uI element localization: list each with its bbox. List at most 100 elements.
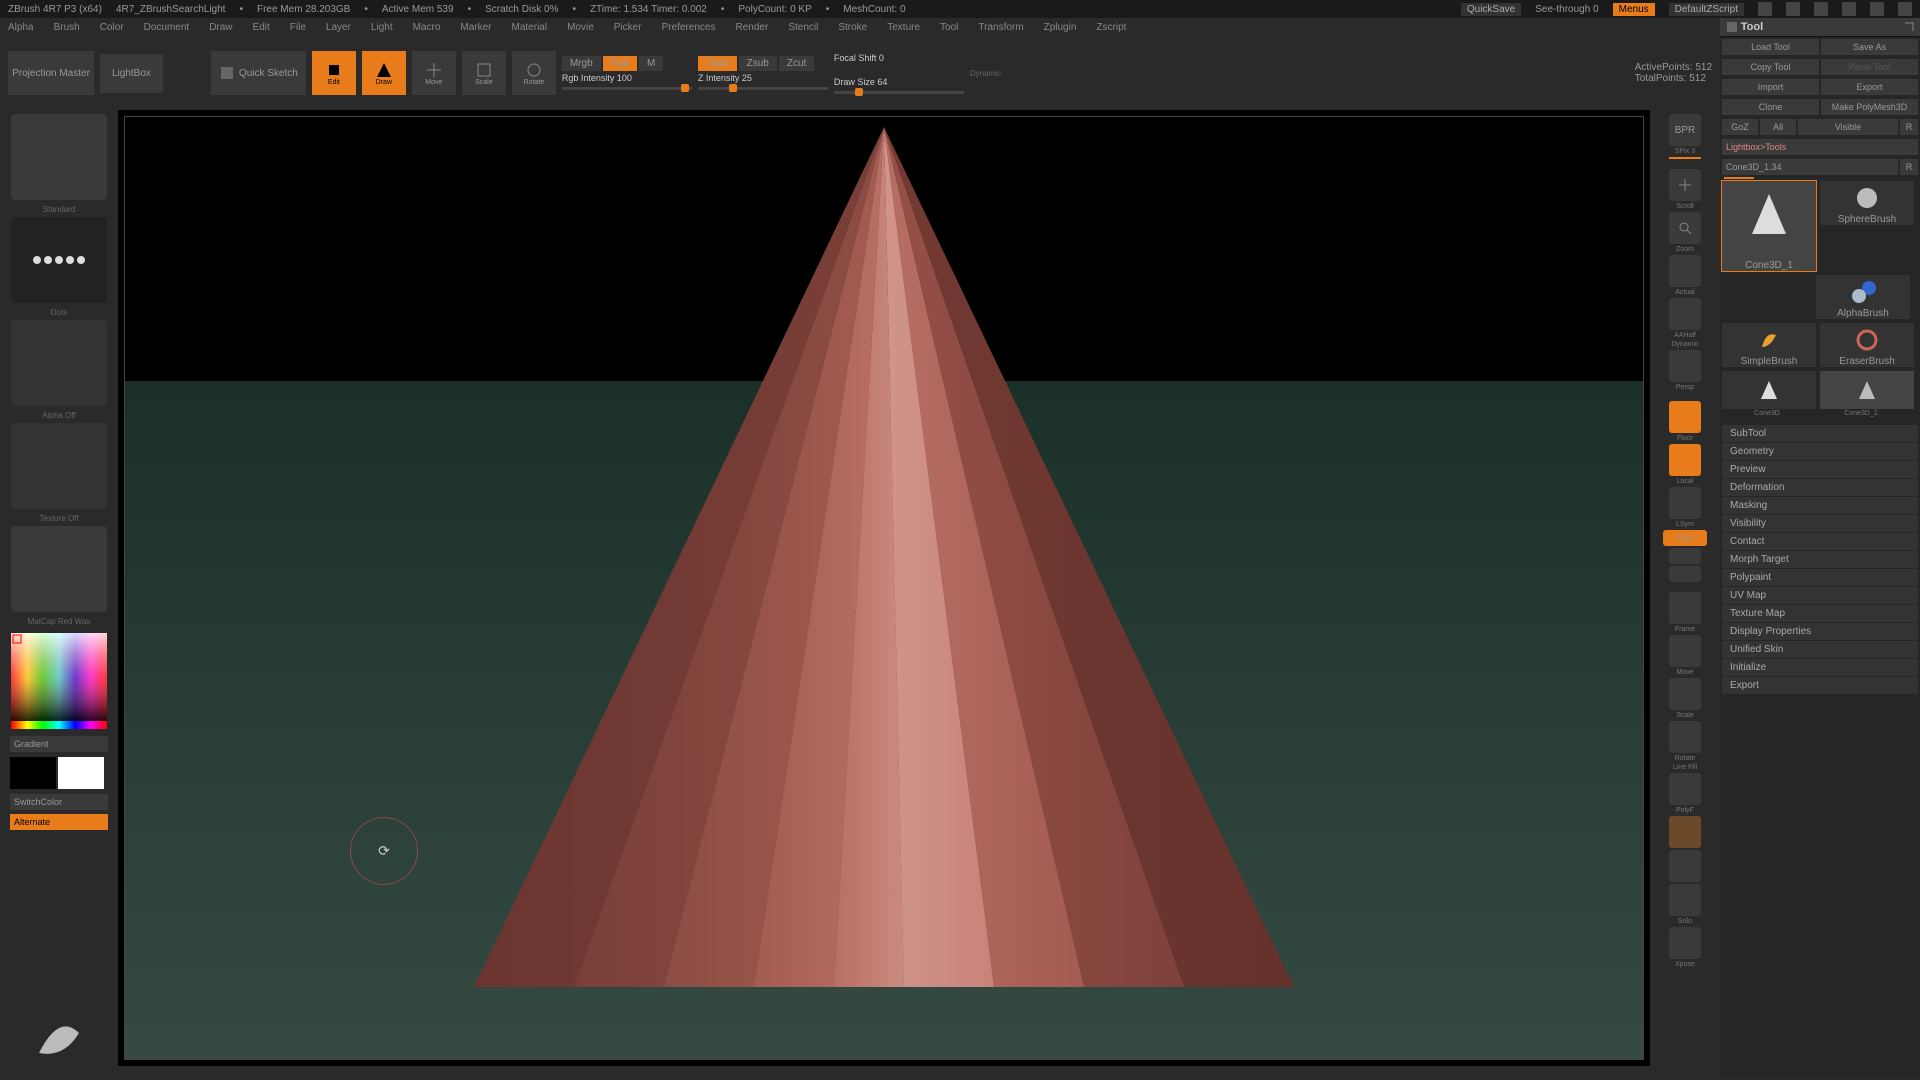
- projection-master-button[interactable]: Projection Master: [8, 51, 94, 95]
- menu-item[interactable]: Layer: [326, 22, 351, 33]
- close-icon[interactable]: [1898, 2, 1912, 16]
- draw-size-slider[interactable]: Draw Size 64: [834, 77, 964, 87]
- move-nav-button[interactable]: [1669, 635, 1701, 667]
- menus-button[interactable]: Menus: [1613, 3, 1655, 16]
- frame-button[interactable]: [1669, 592, 1701, 624]
- primary-color-swatch[interactable]: [58, 757, 104, 789]
- texture-slot[interactable]: [11, 423, 107, 509]
- brush-slot[interactable]: [11, 114, 107, 200]
- tool-name-r-button[interactable]: R: [1900, 159, 1918, 175]
- contact-section[interactable]: Contact: [1722, 533, 1918, 550]
- clone-button[interactable]: Clone: [1722, 99, 1819, 115]
- deformation-section[interactable]: Deformation: [1722, 479, 1918, 496]
- make-polymesh-button[interactable]: Make PolyMesh3D: [1821, 99, 1918, 115]
- tool-slot[interactable]: SphereBrush: [1820, 181, 1914, 225]
- quicksave-button[interactable]: QuickSave: [1461, 3, 1521, 16]
- minimize-icon[interactable]: [1842, 2, 1856, 16]
- texturemap-section[interactable]: Texture Map: [1722, 605, 1918, 622]
- import-button[interactable]: Import: [1722, 79, 1819, 95]
- zoom-button[interactable]: [1669, 212, 1701, 244]
- menu-item[interactable]: Alpha: [8, 22, 34, 33]
- menu-item[interactable]: Document: [144, 22, 190, 33]
- mrgb-button[interactable]: Mrgb: [562, 56, 601, 71]
- menu-item[interactable]: Marker: [460, 22, 491, 33]
- gradient-button[interactable]: Gradient: [10, 736, 108, 752]
- actual-button[interactable]: [1669, 255, 1701, 287]
- export-section[interactable]: Export: [1722, 677, 1918, 694]
- scale-mode-button[interactable]: Scale: [462, 51, 506, 95]
- window-icon[interactable]: [1786, 2, 1800, 16]
- solo-button[interactable]: [1669, 884, 1701, 916]
- alternate-button[interactable]: Alternate: [10, 814, 108, 830]
- menu-item[interactable]: Stroke: [838, 22, 867, 33]
- menu-item[interactable]: Zplugin: [1044, 22, 1077, 33]
- scroll-button[interactable]: [1669, 169, 1701, 201]
- paste-tool-button[interactable]: Paste Tool: [1821, 59, 1918, 75]
- subtool-section[interactable]: SubTool: [1722, 425, 1918, 442]
- lightbox-tools-link[interactable]: Lightbox>Tools: [1722, 139, 1918, 155]
- menu-item[interactable]: Transform: [978, 22, 1023, 33]
- menu-item[interactable]: Preferences: [662, 22, 716, 33]
- menu-item[interactable]: Movie: [567, 22, 594, 33]
- persp-button[interactable]: [1669, 350, 1701, 382]
- center-button[interactable]: [1669, 566, 1701, 582]
- tool-slot[interactable]: Cone3D_1: [1722, 181, 1816, 271]
- rgb-intensity-slider[interactable]: Rgb Intensity 100: [562, 73, 692, 83]
- defaultzscript-button[interactable]: DefaultZScript: [1669, 3, 1744, 16]
- ghost-button[interactable]: [1669, 850, 1701, 882]
- move-mode-button[interactable]: Move: [412, 51, 456, 95]
- tool-slot[interactable]: EraserBrush: [1820, 323, 1914, 367]
- edit-mode-button[interactable]: Edit: [312, 51, 356, 95]
- goz-visible-button[interactable]: Visible: [1798, 119, 1898, 135]
- geometry-section[interactable]: Geometry: [1722, 443, 1918, 460]
- secondary-color-swatch[interactable]: [10, 757, 56, 789]
- menu-item[interactable]: Picker: [614, 22, 642, 33]
- menu-item[interactable]: Tool: [940, 22, 958, 33]
- stroke-slot[interactable]: [11, 217, 107, 303]
- morph-target-section[interactable]: Morph Target: [1722, 551, 1918, 568]
- menu-item[interactable]: Stencil: [788, 22, 818, 33]
- rotate-nav-button[interactable]: [1669, 721, 1701, 753]
- tool-name-field[interactable]: Cone3D_1.34: [1722, 159, 1898, 175]
- tool-slot[interactable]: AlphaBrush: [1816, 275, 1910, 319]
- rgb-button[interactable]: Rgb: [603, 56, 637, 71]
- displayprops-section[interactable]: Display Properties: [1722, 623, 1918, 640]
- copy-tool-button[interactable]: Copy Tool: [1722, 59, 1819, 75]
- dock-icon[interactable]: [1726, 21, 1738, 33]
- maximize-icon[interactable]: [1870, 2, 1884, 16]
- scale-nav-button[interactable]: [1669, 678, 1701, 710]
- material-slot[interactable]: [11, 526, 107, 612]
- bpr-button[interactable]: BPR: [1669, 114, 1701, 146]
- menu-item[interactable]: Draw: [209, 22, 232, 33]
- menu-item[interactable]: Material: [512, 22, 548, 33]
- zsub-button[interactable]: Zsub: [739, 56, 777, 71]
- m-button[interactable]: M: [639, 56, 663, 71]
- tool-slot[interactable]: [1722, 371, 1816, 409]
- zadd-button[interactable]: Zadd: [698, 56, 737, 71]
- menu-item[interactable]: Texture: [887, 22, 920, 33]
- rotate-mode-button[interactable]: Rotate: [512, 51, 556, 95]
- lsym-button[interactable]: [1669, 487, 1701, 519]
- menu-item[interactable]: Light: [371, 22, 393, 33]
- switchcolor-button[interactable]: SwitchColor: [10, 794, 108, 810]
- load-tool-button[interactable]: Load Tool: [1722, 39, 1819, 55]
- menu-item[interactable]: Color: [100, 22, 124, 33]
- export-button[interactable]: Export: [1821, 79, 1918, 95]
- menu-item[interactable]: Render: [736, 22, 769, 33]
- viewport[interactable]: ⟳: [118, 110, 1650, 1066]
- cone-mesh[interactable]: [464, 117, 1304, 997]
- floor-button[interactable]: [1669, 401, 1701, 433]
- aahalf-button[interactable]: [1669, 298, 1701, 330]
- xyz-button[interactable]: Xyz: [1663, 530, 1707, 546]
- uvmap-section[interactable]: UV Map: [1722, 587, 1918, 604]
- menu-item[interactable]: Brush: [54, 22, 80, 33]
- goz-r-button[interactable]: R: [1900, 119, 1918, 135]
- masking-section[interactable]: Masking: [1722, 497, 1918, 514]
- polypaint-section[interactable]: Polypaint: [1722, 569, 1918, 586]
- goz-button[interactable]: GoZ: [1722, 119, 1758, 135]
- window-icon[interactable]: [1814, 2, 1828, 16]
- seethrough-slider[interactable]: See-through 0: [1535, 4, 1598, 15]
- window-icon[interactable]: [1758, 2, 1772, 16]
- visibility-section[interactable]: Visibility: [1722, 515, 1918, 532]
- preview-section[interactable]: Preview: [1722, 461, 1918, 478]
